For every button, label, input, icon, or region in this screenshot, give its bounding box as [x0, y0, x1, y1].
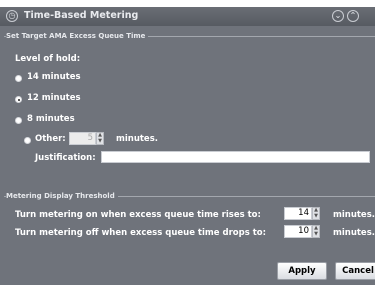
metering-on-field[interactable]: 14 — [284, 207, 312, 220]
background-text-strip — [0, 0, 375, 7]
metering-off-label: Turn metering off when excess queue time… — [15, 228, 267, 238]
metering-on-label: Turn metering on when excess queue time … — [15, 210, 261, 220]
chevron-down-icon[interactable]: ▼ — [313, 213, 319, 220]
radio-12-minutes-label[interactable]: 12 minutes — [27, 93, 81, 103]
justification-field[interactable] — [101, 151, 370, 163]
clock-icon: ◷ — [6, 10, 18, 22]
metering-on-stepper[interactable]: ▲ ▼ — [312, 207, 320, 220]
metering-dialog: ◷ Time-Based Metering ⌄ ⌃ Set Target AMA… — [0, 0, 375, 285]
radio-8-minutes[interactable] — [15, 117, 22, 124]
other-minutes-stepper[interactable]: ▲ ▼ — [96, 132, 104, 145]
radio-14-minutes-label[interactable]: 14 minutes — [27, 72, 81, 82]
chevron-down-icon[interactable]: ▼ — [97, 138, 103, 145]
maximize-icon[interactable]: ⌃ — [347, 10, 359, 22]
radio-other[interactable] — [24, 137, 31, 144]
level-of-hold-label: Level of hold: — [15, 54, 81, 64]
justification-label: Justification: — [35, 153, 96, 163]
metering-on-units: minutes. — [333, 210, 375, 220]
other-minutes-units: minutes. — [116, 134, 158, 144]
title-bar[interactable]: ◷ Time-Based Metering ⌄ ⌃ — [0, 7, 375, 26]
cancel-button[interactable]: Cancel — [335, 262, 375, 280]
metering-off-field[interactable]: 10 — [284, 225, 312, 238]
queue-group-title: Set Target AMA Excess Queue Time — [6, 32, 149, 40]
window-title: Time-Based Metering — [24, 10, 139, 21]
minimize-icon[interactable]: ⌄ — [332, 10, 344, 22]
radio-8-minutes-label[interactable]: 8 minutes — [27, 114, 75, 124]
apply-button[interactable]: Apply — [277, 262, 327, 280]
radio-12-minutes[interactable] — [15, 96, 22, 103]
metering-off-units: minutes. — [333, 228, 375, 238]
radio-14-minutes[interactable] — [15, 75, 22, 82]
radio-other-label[interactable]: Other: — [35, 134, 66, 144]
other-minutes-field[interactable]: 5 — [69, 132, 96, 145]
threshold-group-title: Metering Display Threshold — [6, 192, 118, 200]
metering-off-stepper[interactable]: ▲ ▼ — [312, 225, 320, 238]
chevron-down-icon[interactable]: ▼ — [313, 231, 319, 238]
